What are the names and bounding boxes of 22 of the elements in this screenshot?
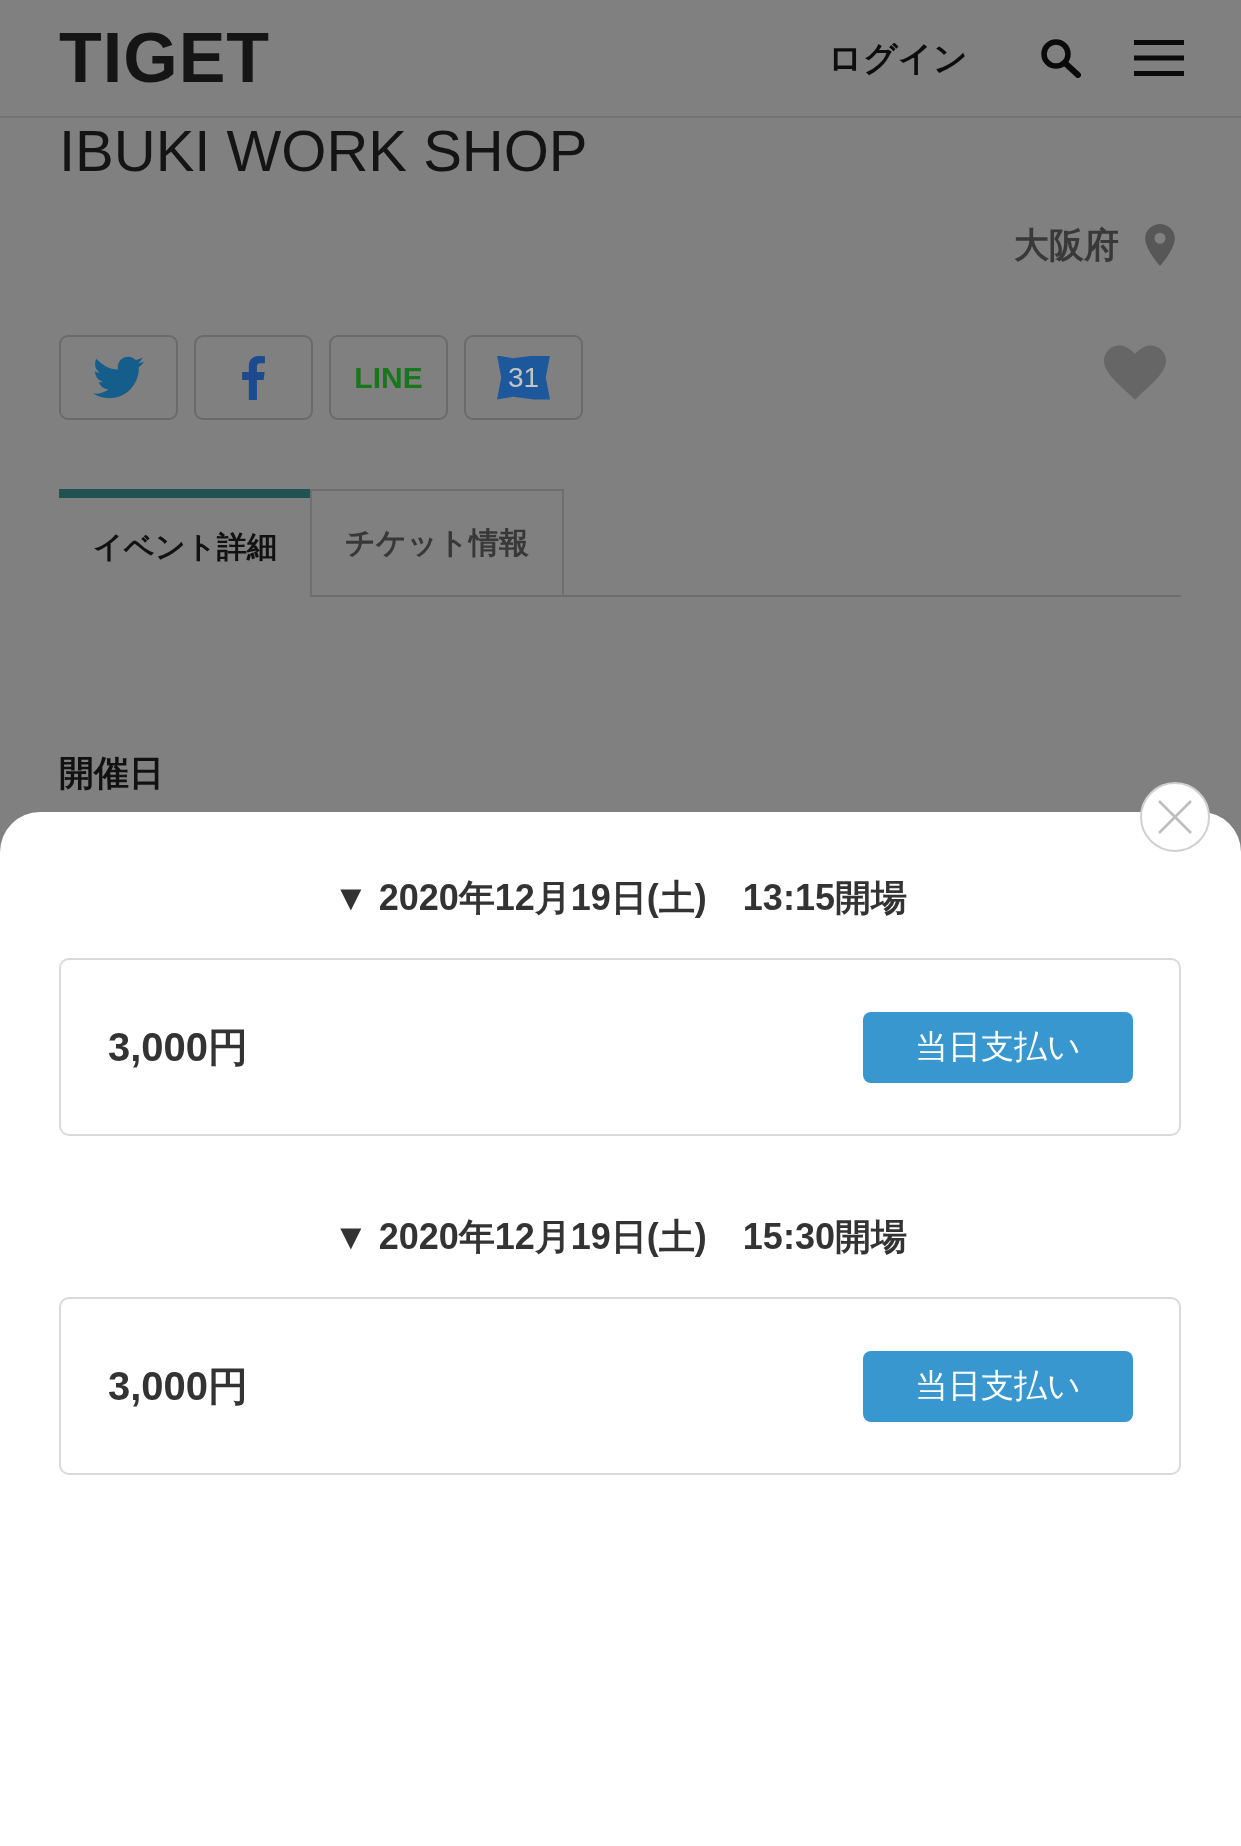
login-link[interactable]: ログイン bbox=[828, 37, 968, 79]
ticket-price: 3,000円 bbox=[108, 1363, 249, 1410]
event-title: IBUKI WORK SHOP bbox=[58, 118, 589, 184]
letter-f-icon bbox=[242, 355, 265, 400]
close-icon bbox=[1157, 799, 1193, 835]
calendar-icon: 31 bbox=[497, 355, 550, 400]
tab[interactable]: イベント詳細 bbox=[59, 489, 310, 597]
search-icon[interactable] bbox=[1040, 38, 1081, 78]
session-heading: ▼ 2020年12月19日(土) 13:15開場 bbox=[332, 876, 908, 920]
session-heading: ▼ 2020年12月19日(土) 15:30開場 bbox=[332, 1215, 908, 1259]
location-text: 大阪府 bbox=[1014, 224, 1119, 266]
pin-icon bbox=[1145, 224, 1175, 266]
pay-button[interactable]: 当日支払い bbox=[863, 1011, 1133, 1083]
tab[interactable]: チケット情報 bbox=[310, 489, 564, 597]
logo[interactable]: TIGET bbox=[59, 23, 271, 93]
ticket-price: 3,000円 bbox=[108, 1024, 249, 1071]
share-button[interactable] bbox=[194, 335, 313, 420]
section-heading: 開催日 bbox=[58, 752, 165, 794]
share-button[interactable]: 31 bbox=[464, 335, 583, 420]
menu-icon[interactable] bbox=[1134, 40, 1184, 76]
pay-button[interactable]: 当日支払い bbox=[863, 1350, 1133, 1422]
bird-icon bbox=[93, 356, 144, 399]
